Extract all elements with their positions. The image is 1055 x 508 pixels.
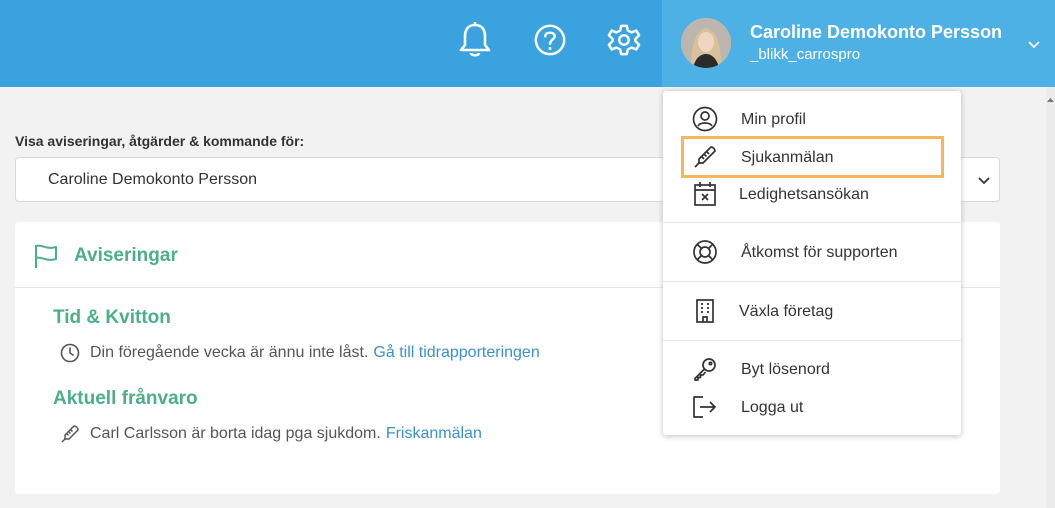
menu-item-support-access[interactable]: Åtkomst för supporten xyxy=(663,236,961,270)
building-icon xyxy=(691,297,719,325)
user-name: Caroline Demokonto Persson xyxy=(750,22,1003,42)
help-icon[interactable] xyxy=(533,20,567,60)
time-report-link[interactable]: Gå till tidrapporteringen xyxy=(373,344,539,362)
user-menu-toggle[interactable]: Caroline Demokonto Persson _blikk_carros… xyxy=(662,0,1055,87)
highlight-box xyxy=(681,136,944,178)
notification-line: Carl Carlsson är borta idag pga sjukdom.… xyxy=(60,424,482,444)
calendar-x-icon xyxy=(691,180,719,208)
menu-item-label: Växla företag xyxy=(739,303,834,320)
menu-item-label: Min profil xyxy=(741,111,806,128)
section-title-absence: Aktuell frånvaro xyxy=(53,388,198,409)
clock-icon xyxy=(60,343,80,363)
menu-item-change-password[interactable]: Byt lösenord xyxy=(663,353,961,387)
menu-item-label: Ledighetsansökan xyxy=(739,186,869,203)
chevron-down-icon xyxy=(978,172,990,190)
logout-icon xyxy=(691,393,719,421)
flag-icon xyxy=(32,242,60,275)
menu-item-label: Åtkomst för supporten xyxy=(741,244,898,261)
chevron-down-icon xyxy=(1028,36,1040,54)
menu-item-label: Byt lösenord xyxy=(741,361,830,378)
person-select-value: Caroline Demokonto Persson xyxy=(48,171,257,188)
menu-item-leave-request[interactable]: Ledighetsansökan xyxy=(663,178,961,212)
menu-divider xyxy=(663,222,961,223)
menu-item-switch-company[interactable]: Växla företag xyxy=(663,295,961,329)
card-title: Aviseringar xyxy=(74,245,178,266)
thermometer-icon xyxy=(60,424,80,444)
user-account: _blikk_carrospro xyxy=(750,46,861,63)
menu-divider xyxy=(663,281,961,282)
menu-item-profile[interactable]: Min profil xyxy=(663,103,961,137)
section-title-time: Tid & Kvitton xyxy=(53,307,171,328)
scroll-up-arrow-icon[interactable] xyxy=(1046,92,1055,102)
bell-icon[interactable] xyxy=(458,20,492,60)
lifebuoy-icon xyxy=(691,238,719,266)
key-icon xyxy=(691,355,719,383)
scrollbar[interactable] xyxy=(1046,87,1055,508)
menu-divider xyxy=(663,340,961,341)
user-circle-icon xyxy=(691,105,719,133)
filter-label: Visa aviseringar, åtgärder & kommande fö… xyxy=(15,133,305,149)
gear-icon[interactable] xyxy=(607,20,641,60)
notification-line: Din föregående vecka är ännu inte låst. … xyxy=(60,343,540,363)
notification-text: Din föregående vecka är ännu inte låst. xyxy=(90,344,369,361)
menu-item-label: Logga ut xyxy=(741,399,804,416)
avatar xyxy=(681,18,731,68)
top-bar: Caroline Demokonto Persson _blikk_carros… xyxy=(0,0,1055,87)
menu-item-logout[interactable]: Logga ut xyxy=(663,391,961,425)
report-healthy-link[interactable]: Friskanmälan xyxy=(386,425,482,443)
notification-text: Carl Carlsson är borta idag pga sjukdom. xyxy=(90,425,381,442)
